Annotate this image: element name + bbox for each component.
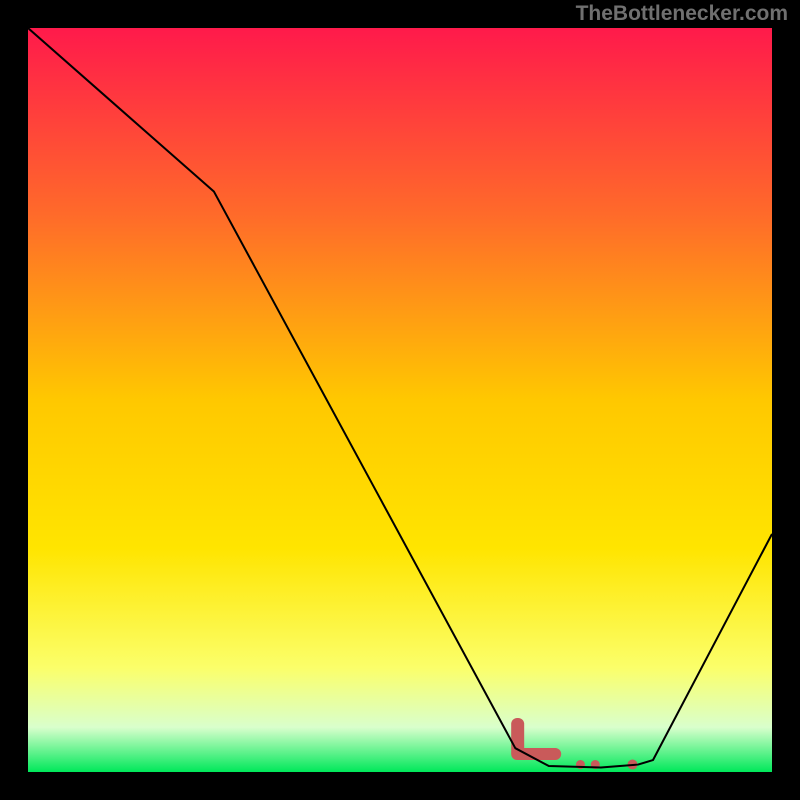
watermark-text: TheBottlenecker.com bbox=[576, 2, 788, 26]
chart-background bbox=[28, 28, 772, 772]
chart-svg bbox=[28, 28, 772, 772]
chart-plot-area bbox=[28, 28, 772, 772]
